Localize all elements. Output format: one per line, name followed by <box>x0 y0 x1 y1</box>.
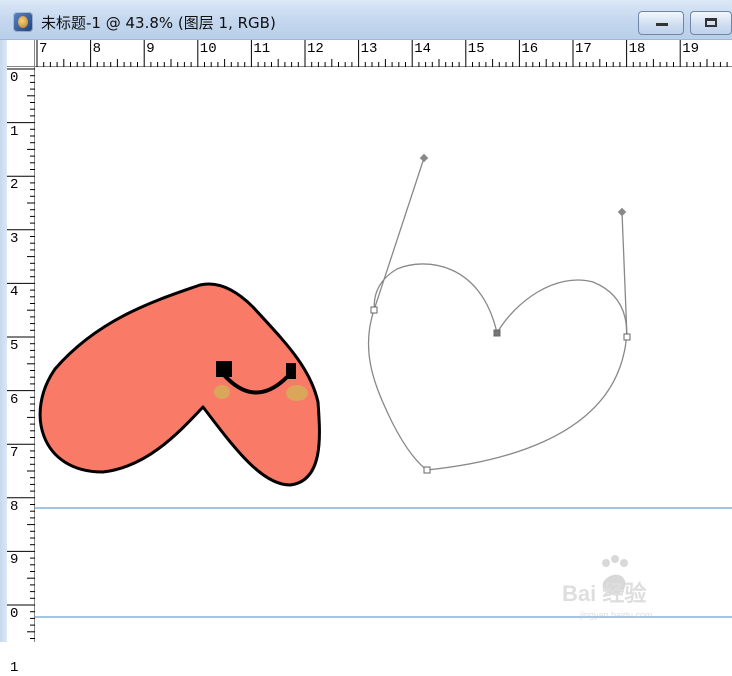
ruler-label: 10 <box>199 41 217 57</box>
ruler-label: 19 <box>682 41 699 57</box>
ruler-label: 11 <box>253 41 271 57</box>
maximize-button[interactable] <box>690 11 732 35</box>
ruler-label: 15 <box>467 41 485 57</box>
direction-line <box>373 157 425 311</box>
watermark-text: Bai 经验 <box>562 581 646 606</box>
ruler-label: 8 <box>92 41 101 57</box>
ruler-origin-corner[interactable] <box>7 40 35 67</box>
work-path[interactable] <box>367 153 631 474</box>
ruler-label: 1 <box>10 123 19 140</box>
ruler-label: 6 <box>10 391 19 408</box>
direction-point[interactable] <box>419 153 429 163</box>
photoshop-document-icon <box>13 12 33 32</box>
baidu-watermark: Bai 经验 jingyan.baidu.com <box>562 555 653 620</box>
direction-point[interactable] <box>617 207 627 217</box>
paw-toe <box>602 559 610 567</box>
maximize-icon <box>705 18 717 27</box>
ruler-label: 0 <box>10 606 19 622</box>
ruler-label: 7 <box>10 445 19 462</box>
ruler-label: 5 <box>10 338 19 354</box>
ruler-label: 16 <box>521 41 539 57</box>
ruler-label: 0 <box>10 70 19 86</box>
anchor-point[interactable] <box>623 333 631 341</box>
ruler-label: 17 <box>575 41 592 57</box>
canvas-artwork: Bai 经验 jingyan.baidu.com <box>35 153 732 620</box>
minimize-icon <box>656 23 668 26</box>
ruler-label: 9 <box>146 41 155 57</box>
ruler-label: 13 <box>360 41 378 57</box>
ruler-label: 12 <box>307 41 324 57</box>
document-window-titlebar[interactable]: 未标题-1 @ 43.8% (图层 1, RGB) <box>0 0 732 40</box>
horizontal-ruler-ticks <box>36 40 728 67</box>
paw-toe <box>620 559 628 567</box>
ruler-label: 3 <box>10 230 19 247</box>
ruler-label: 14 <box>414 41 431 57</box>
ruler-label: 7 <box>39 41 48 57</box>
watermark-subtext: jingyan.baidu.com <box>579 610 653 620</box>
document-title: 未标题-1 @ 43.8% (图层 1, RGB) <box>41 14 276 32</box>
ruler-label: 4 <box>10 284 19 301</box>
anchor-point[interactable] <box>493 329 501 337</box>
anchor-point[interactable] <box>423 466 431 474</box>
ruler-label: 9 <box>10 552 19 569</box>
minimize-button[interactable] <box>638 11 684 35</box>
vertical-ruler[interactable]: 0 1 2 3 4 5 6 7 8 9 0 1 <box>7 67 35 675</box>
ruler-label: 2 <box>10 177 19 194</box>
document-canvas[interactable]: Bai 经验 jingyan.baidu.com <box>35 67 732 642</box>
horizontal-ruler[interactable]: 7891011121314151617181920 <box>35 40 732 67</box>
paw-toe <box>611 555 619 563</box>
ruler-label: 1 <box>10 659 19 676</box>
anchor-point[interactable] <box>370 306 378 314</box>
ruler-label: 18 <box>628 41 646 57</box>
right-cheek <box>286 385 308 401</box>
heart-path-curve[interactable] <box>367 263 628 471</box>
window-frame-left <box>0 40 7 642</box>
ruler-label: 8 <box>10 498 19 515</box>
left-cheek <box>214 385 230 399</box>
